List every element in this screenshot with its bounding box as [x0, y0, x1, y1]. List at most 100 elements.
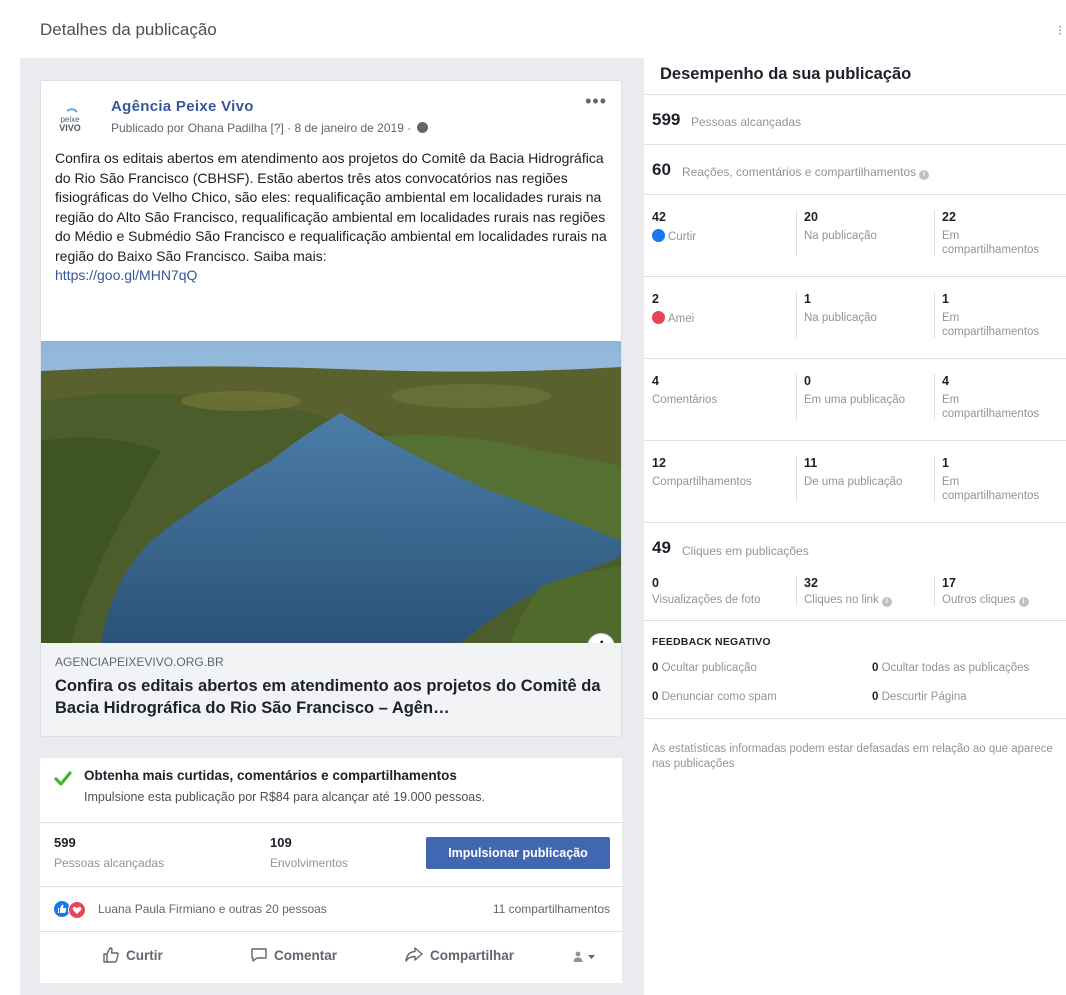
post-photo[interactable]: [41, 341, 621, 643]
info-icon[interactable]: i: [1018, 597, 1029, 607]
shares-total: 12: [652, 456, 666, 470]
photo-views-value: 0: [652, 576, 659, 590]
shares-from-post-label: De uma publicação: [804, 476, 903, 488]
hide-post-value: 0: [652, 662, 659, 674]
loves-label-text: Amei: [668, 313, 695, 325]
hide-post-stat: 0 Ocultar publicação: [652, 662, 757, 674]
likes-on-post-label: Na publicação: [804, 230, 877, 242]
likes-on-shares-value: 22: [942, 210, 956, 224]
post-text: Confira os editais abertos em atendiment…: [55, 149, 613, 286]
reach-value: 599: [652, 110, 681, 129]
divider: [644, 522, 1066, 523]
loves-total: 2: [652, 292, 659, 306]
divider: [796, 456, 797, 502]
like-button[interactable]: Curtir: [102, 946, 163, 964]
likes-total: 42: [652, 210, 666, 224]
publish-info: Publicado por Ohana Padilha [?] · 8 de j…: [111, 121, 428, 135]
spam-label: Denunciar como spam: [661, 691, 777, 703]
comments-label: Comentários: [652, 394, 718, 406]
loves-label: Amei: [652, 311, 694, 326]
reach-value: 599: [54, 835, 76, 850]
unlike-label: Descurtir Página: [881, 691, 967, 703]
divider: [644, 194, 1066, 195]
divider: [644, 358, 1066, 359]
photo-views-label: Visualizações de foto: [652, 594, 761, 606]
love-reaction-icon: [652, 311, 665, 324]
dialog-title: Detalhes da publicação: [40, 20, 217, 39]
link-clicks-value: 32: [804, 576, 818, 590]
post-body: Confira os editais abertos em atendiment…: [55, 150, 607, 264]
published-by: Publicado por Ohana Padilha [?] · 8 de j…: [111, 121, 412, 135]
reactions-row: Luana Paula Firmiano e outras 20 pessoas…: [40, 886, 622, 931]
shares-label: Compartilhamentos: [652, 476, 752, 488]
likes-on-post-value: 20: [804, 210, 818, 224]
reactors-link[interactable]: Luana Paula Firmiano e outras 20 pessoas: [98, 902, 327, 916]
close-icon[interactable]: ⁝: [1058, 22, 1066, 38]
comments-on-post-value: 0: [804, 374, 811, 388]
like-label: Curtir: [126, 948, 163, 963]
hide-post-label: Ocultar publicação: [661, 662, 757, 674]
shares-from-post-value: 11: [804, 456, 818, 470]
spam-stat: 0 Denunciar como spam: [652, 691, 777, 703]
likes-label-text: Curtir: [668, 231, 697, 243]
hide-all-label: Ocultar todas as publicações: [881, 662, 1030, 674]
divider: [796, 374, 797, 420]
boost-post-button[interactable]: Impulsionar publicação: [426, 837, 610, 869]
post-card: peixe VIVO Agência Peixe Vivo Publicado …: [40, 80, 622, 737]
divider: [644, 620, 1066, 621]
performance-panel: Desempenho da sua publicação 599 Pessoas…: [644, 58, 1066, 995]
shares-on-shares-label: Em compartilhamentos: [942, 476, 1040, 502]
promo-subtitle: Impulsione esta publicação por R$84 para…: [84, 790, 485, 804]
performance-title: Desempenho da sua publicação: [660, 65, 912, 83]
negative-feedback-title: FEEDBACK NEGATIVO: [652, 636, 771, 648]
audience-selector[interactable]: [572, 948, 608, 964]
engagement-value: 109: [270, 835, 292, 850]
divider: [644, 718, 1066, 719]
check-icon: [54, 770, 72, 793]
loves-on-post-label: Na publicação: [804, 312, 877, 324]
shares-on-shares-value: 1: [942, 456, 949, 470]
link-clicks-label-text: Cliques no link: [804, 594, 879, 606]
comment-button[interactable]: Comentar: [250, 946, 337, 964]
divider: [644, 276, 1066, 277]
unlike-value: 0: [872, 691, 879, 703]
page-logo[interactable]: peixe VIVO: [55, 105, 85, 135]
hide-all-value: 0: [872, 662, 879, 674]
post-link[interactable]: https://goo.gl/MHN7qQ: [55, 266, 613, 286]
comment-label: Comentar: [274, 948, 338, 963]
like-reaction-icon: [652, 229, 665, 242]
disclaimer-text: As estatísticas informadas podem estar d…: [652, 743, 1053, 770]
divider: [934, 456, 935, 502]
link-preview[interactable]: AGENCIAPEIXEVIVO.ORG.BR Confira os edita…: [41, 643, 621, 736]
reactions-value: 60: [652, 160, 671, 179]
divider: [796, 292, 797, 338]
clicks-label: Cliques em publicações: [682, 544, 809, 558]
hide-all-stat: 0 Ocultar todas as publicações: [872, 662, 1029, 674]
page-name-link[interactable]: Agência Peixe Vivo: [111, 98, 254, 115]
link-title[interactable]: Confira os editais abertos em atendiment…: [55, 675, 603, 719]
chevron-down-icon: [588, 955, 595, 959]
info-icon[interactable]: i: [919, 170, 930, 180]
divider: [644, 144, 1066, 145]
comments-on-post-label: Em uma publicação: [804, 394, 905, 406]
reactions-label: Reações, comentários e compartilhamentos…: [682, 165, 930, 180]
promo-title: Obtenha mais curtidas, comentários e com…: [84, 768, 457, 783]
engagement-label: Envolvimentos: [270, 856, 349, 870]
other-clicks-label: Outros cliques i: [942, 593, 1029, 607]
clicks-value: 49: [652, 538, 671, 557]
info-icon[interactable]: i: [881, 597, 892, 607]
dialog-header: Detalhes da publicação ⁝: [0, 0, 1066, 58]
love-reaction-icon[interactable]: [68, 901, 86, 919]
more-icon[interactable]: •••: [585, 91, 607, 112]
divider: [644, 440, 1066, 441]
divider: [934, 292, 935, 338]
share-button[interactable]: Compartilhar: [404, 946, 514, 964]
other-clicks-value: 17: [942, 576, 956, 590]
shares-link[interactable]: 11 compartilhamentos: [493, 902, 610, 916]
comment-icon: [251, 948, 267, 962]
thumbs-up-icon: [103, 947, 119, 963]
globe-icon[interactable]: [416, 122, 428, 133]
share-label: Compartilhar: [430, 948, 515, 963]
logo-text-bottom: VIVO: [59, 123, 81, 133]
comments-on-shares-value: 4: [942, 374, 949, 388]
